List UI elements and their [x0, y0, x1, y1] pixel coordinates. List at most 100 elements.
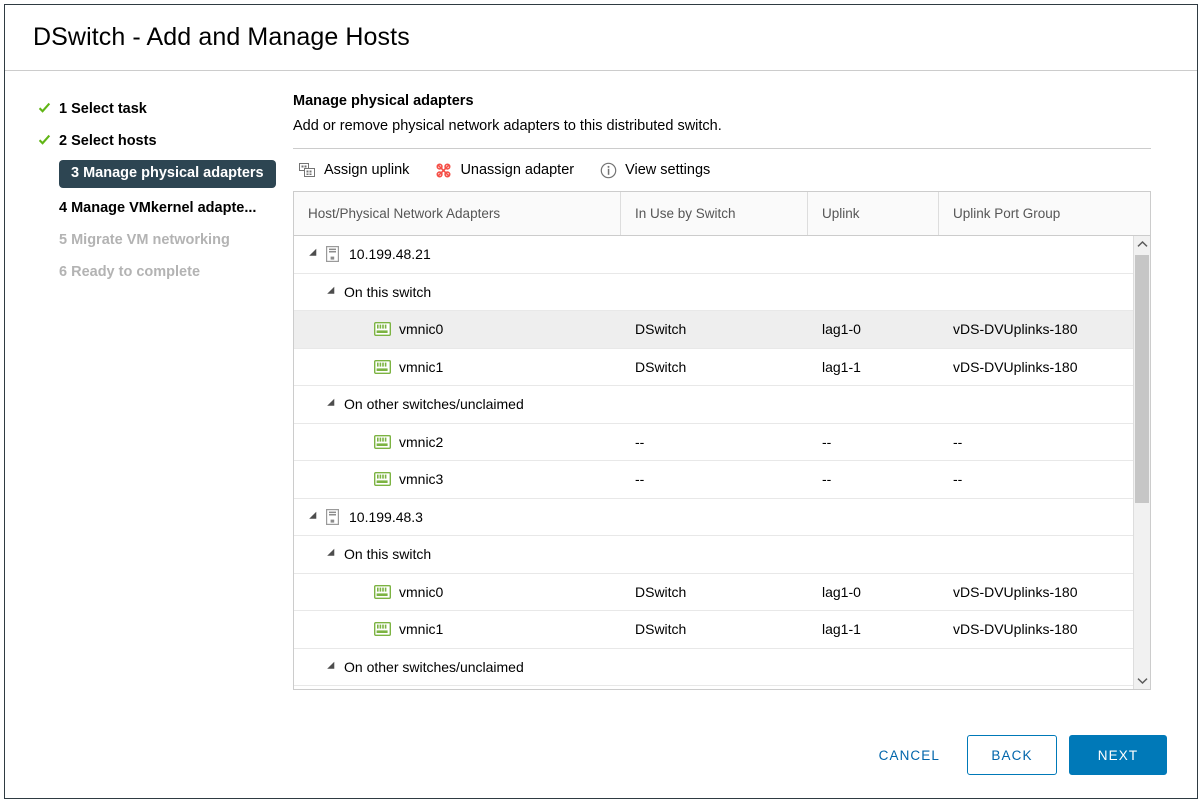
check-icon: [37, 101, 59, 116]
assign-uplink-button[interactable]: Assign uplink: [299, 162, 409, 178]
table-row[interactable]: On this switch: [294, 536, 1133, 574]
table-body-scroll-area: 10.199.48.21 On this switch vmnic0 DSwitch l…: [294, 236, 1150, 689]
uplink-port-group-cell: [939, 274, 1133, 311]
back-button[interactable]: BACK: [967, 735, 1057, 775]
main-content: Manage physical adapters Add or remove p…: [293, 93, 1197, 712]
sidebar-item-label: 5 Migrate VM networking: [59, 231, 230, 248]
host-label: 10.199.48.3: [349, 508, 423, 525]
expand-triangle-icon[interactable]: [309, 248, 320, 260]
expand-triangle-icon[interactable]: [327, 286, 338, 298]
uplink-port-group-cell: vDS-DVUplinks-180: [953, 358, 1078, 375]
expand-triangle-icon[interactable]: [327, 548, 338, 560]
adapter-row-cell: vmnic0: [294, 311, 621, 348]
table-row[interactable]: vmnic0 DSwitch lag1-0 vDS-DVUplinks-180: [294, 311, 1133, 349]
column-header-in-use-by-switch[interactable]: In Use by Switch: [621, 192, 808, 235]
table-row[interactable]: On other switches/unclaimed: [294, 386, 1133, 424]
in-use-by-switch-cell: DSwitch: [635, 358, 687, 375]
scrollbar-thumb[interactable]: [1135, 255, 1149, 503]
group-label: On other switches/unclaimed: [344, 658, 524, 675]
table-toolbar: Assign uplink Unassign adapter View sett…: [293, 149, 1151, 191]
sidebar-item-migrate-vm-networking[interactable]: 5 Migrate VM networking: [37, 224, 293, 255]
table-row[interactable]: 10.199.48.3: [294, 499, 1133, 536]
unassign-adapter-button[interactable]: Unassign adapter: [435, 162, 574, 179]
expand-triangle-icon[interactable]: [327, 661, 338, 673]
uplink-cell: lag1-1: [822, 621, 861, 638]
table-row[interactable]: vmnic2 -- -- --: [294, 424, 1133, 461]
expand-triangle-icon[interactable]: [309, 511, 320, 523]
host-label: 10.199.48.21: [349, 246, 431, 263]
view-settings-label: View settings: [625, 162, 711, 178]
add-manage-hosts-dialog: DSwitch - Add and Manage Hosts 1 Select …: [4, 4, 1198, 799]
sidebar-item-manage-vmkernel-adapters[interactable]: 4 Manage VMkernel adapte...: [37, 192, 293, 223]
uplink-cell: [808, 536, 939, 573]
dialog-header: DSwitch - Add and Manage Hosts: [5, 5, 1197, 71]
group-row-cell: On this switch: [294, 536, 621, 573]
table-row[interactable]: On this switch: [294, 274, 1133, 311]
host-row-cell: 10.199.48.3: [294, 499, 621, 536]
adapters-table: Host/Physical Network Adapters In Use by…: [293, 191, 1151, 690]
in-use-by-switch-cell: [621, 274, 808, 311]
uplink-port-group-cell: vDS-DVUplinks-180: [953, 583, 1078, 600]
nic-icon: [374, 472, 391, 487]
table-row[interactable]: On other switches/unclaimed: [294, 649, 1133, 686]
group-row-cell: On other switches/unclaimed: [294, 649, 621, 686]
info-icon: [600, 162, 617, 179]
adapter-row-cell: vmnic0: [294, 574, 621, 611]
column-header-uplink[interactable]: Uplink: [808, 192, 939, 235]
uplink-cell: [808, 236, 939, 273]
expand-triangle-icon[interactable]: [327, 398, 338, 410]
nic-icon: [374, 359, 391, 374]
in-use-by-switch-cell: DSwitch: [635, 621, 687, 638]
sidebar-item-label: 4 Manage VMkernel adapte...: [59, 199, 257, 216]
adapter-row-cell: vmnic2: [294, 424, 621, 461]
section-subtitle: Add or remove physical network adapters …: [293, 118, 1151, 149]
scrollbar-track[interactable]: [1134, 253, 1150, 672]
sidebar-item-select-task[interactable]: 1 Select task: [37, 93, 293, 124]
uplink-cell: lag1-0: [822, 321, 861, 338]
uplink-port-group-cell: [939, 386, 1133, 423]
uplink-port-group-cell: [939, 236, 1133, 273]
sidebar-item-label: 3 Manage physical adapters: [59, 159, 276, 189]
next-button[interactable]: NEXT: [1069, 735, 1167, 775]
sidebar-item-select-hosts[interactable]: 2 Select hosts: [37, 125, 293, 156]
table-row[interactable]: vmnic1 DSwitch lag1-1 vDS-DVUplinks-180: [294, 349, 1133, 386]
wizard-steps-sidebar: 1 Select task 2 Select hosts 3 Manage ph…: [5, 93, 293, 712]
group-row-cell: On other switches/unclaimed: [294, 386, 621, 423]
view-settings-button[interactable]: View settings: [600, 162, 710, 179]
unassign-adapter-icon: [435, 162, 452, 179]
sidebar-item-manage-physical-adapters[interactable]: 3 Manage physical adapters: [37, 157, 293, 191]
sidebar-item-ready-to-complete[interactable]: 6 Ready to complete: [37, 256, 293, 287]
in-use-by-switch-cell: [621, 386, 808, 423]
table-body: 10.199.48.21 On this switch vmnic0 DSwitch l…: [294, 236, 1133, 689]
column-header-host[interactable]: Host/Physical Network Adapters: [294, 192, 621, 235]
table-row[interactable]: vmnic0 DSwitch lag1-0 vDS-DVUplinks-180: [294, 574, 1133, 611]
sidebar-item-label: 2 Select hosts: [59, 132, 157, 149]
sidebar-item-label: 1 Select task: [59, 100, 147, 117]
scroll-down-button[interactable]: [1134, 672, 1151, 689]
unassign-adapter-label: Unassign adapter: [460, 162, 575, 178]
table-row[interactable]: vmnic1 DSwitch lag1-1 vDS-DVUplinks-180: [294, 611, 1133, 649]
in-use-by-switch-cell: --: [635, 433, 645, 450]
uplink-cell: --: [822, 433, 832, 450]
group-label: On this switch: [344, 283, 432, 300]
table-header-row: Host/Physical Network Adapters In Use by…: [294, 192, 1150, 236]
group-row-cell: On this switch: [294, 274, 621, 311]
scroll-up-button[interactable]: [1134, 236, 1151, 253]
uplink-port-group-cell: [939, 649, 1133, 686]
uplink-cell: [808, 386, 939, 423]
column-header-uplink-port-group[interactable]: Uplink Port Group: [939, 192, 1150, 235]
adapter-row-cell: vmnic1: [294, 611, 621, 648]
uplink-cell: lag1-0: [822, 583, 861, 600]
group-label: On this switch: [344, 546, 432, 563]
uplink-port-group-cell: [939, 499, 1133, 536]
in-use-by-switch-cell: DSwitch: [635, 583, 687, 600]
adapter-label: vmnic3: [399, 471, 444, 488]
table-vertical-scrollbar[interactable]: [1133, 236, 1150, 689]
nic-icon: [374, 584, 391, 599]
table-row[interactable]: vmnic3 -- -- --: [294, 461, 1133, 499]
table-row[interactable]: 10.199.48.21: [294, 236, 1133, 274]
nic-icon: [374, 322, 391, 337]
cancel-button[interactable]: CANCEL: [864, 736, 955, 774]
group-label: On other switches/unclaimed: [344, 396, 524, 413]
adapter-label: vmnic0: [399, 321, 444, 338]
